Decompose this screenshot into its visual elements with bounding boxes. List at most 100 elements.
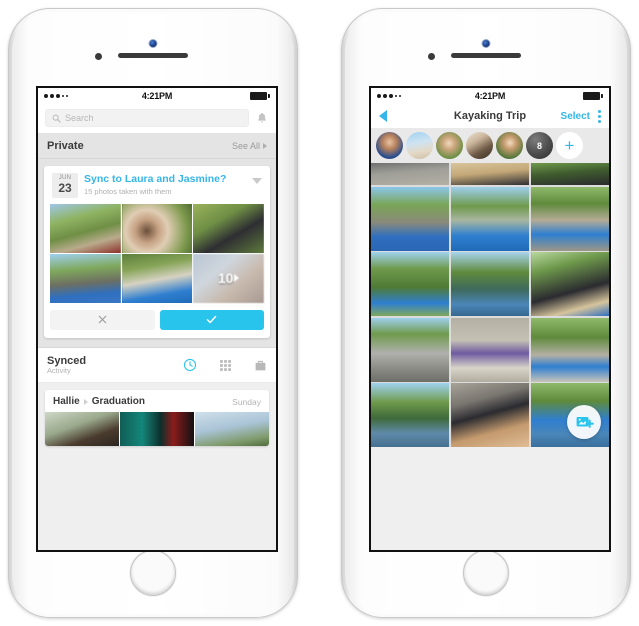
left-status-bar: 4:21PM bbox=[38, 88, 276, 104]
see-all-button[interactable]: See All bbox=[232, 141, 267, 151]
activity-day: Sunday bbox=[232, 396, 261, 407]
back-chevron-icon[interactable] bbox=[379, 110, 387, 122]
select-button[interactable]: Select bbox=[561, 111, 590, 122]
grid-photo[interactable] bbox=[371, 186, 450, 251]
mosaic-photo[interactable] bbox=[193, 203, 264, 253]
synced-subtitle: Activity bbox=[47, 366, 71, 376]
grid-photo[interactable] bbox=[450, 186, 530, 251]
activity-card-header: Hallie Graduation Sunday bbox=[45, 390, 269, 412]
card-subtitle: 15 photos taken with them bbox=[84, 187, 172, 197]
avatar[interactable] bbox=[406, 132, 433, 159]
grid-photo[interactable] bbox=[530, 163, 609, 185]
right-phone-device: 4:21PM Kayaking Trip Select 8 + bbox=[341, 8, 631, 618]
date-chip: JUN 23 bbox=[52, 173, 78, 198]
private-section-header: Private See All bbox=[38, 134, 276, 159]
mosaic-photo[interactable] bbox=[121, 203, 193, 253]
members-avatar-row: 8 + bbox=[371, 128, 609, 163]
dismiss-button[interactable] bbox=[50, 309, 155, 330]
left-phone-screen: 4:21PM Search Private See All JUN 23 Syn… bbox=[36, 86, 278, 552]
grid-icon[interactable] bbox=[219, 359, 232, 372]
confirm-button[interactable] bbox=[159, 309, 264, 330]
activity-photo[interactable] bbox=[195, 412, 269, 447]
activity-person: Hallie bbox=[53, 396, 80, 408]
proximity-sensor-icon bbox=[428, 53, 435, 60]
mosaic-more-tile[interactable]: 10 bbox=[193, 253, 264, 303]
card-text: Sync to Laura and Jasmine? 15 photos tak… bbox=[84, 173, 246, 196]
mosaic-photo[interactable] bbox=[121, 253, 193, 303]
more-photos-overlay: 10 bbox=[193, 254, 264, 303]
grid-photo[interactable] bbox=[450, 317, 530, 382]
status-clock: 4:21PM bbox=[474, 91, 506, 101]
search-input[interactable]: Search bbox=[45, 109, 249, 127]
avatar-overflow-count[interactable]: 8 bbox=[526, 132, 553, 159]
grid-photo[interactable] bbox=[530, 252, 609, 316]
home-button[interactable] bbox=[130, 550, 176, 596]
grid-photo[interactable] bbox=[371, 163, 450, 185]
grid-photo[interactable] bbox=[450, 383, 530, 447]
clock-icon[interactable] bbox=[183, 358, 197, 372]
chevron-right-icon bbox=[83, 398, 88, 405]
bag-icon[interactable] bbox=[254, 359, 267, 372]
activity-photo[interactable] bbox=[120, 412, 194, 447]
activity-photo[interactable] bbox=[45, 412, 119, 447]
navigation-bar: Kayaking Trip Select bbox=[371, 104, 609, 128]
kebab-menu-icon[interactable] bbox=[598, 109, 601, 123]
avatar[interactable] bbox=[496, 132, 523, 159]
front-camera-icon bbox=[148, 39, 158, 48]
add-photo-icon bbox=[576, 416, 594, 428]
bell-icon[interactable] bbox=[255, 111, 269, 125]
activity-event: Graduation bbox=[91, 396, 146, 408]
avatar[interactable] bbox=[436, 132, 463, 159]
right-phone-bezel: 4:21PM Kayaking Trip Select 8 + bbox=[345, 12, 627, 614]
search-placeholder: Search bbox=[65, 113, 94, 123]
grid-photo[interactable] bbox=[371, 383, 450, 447]
private-cards-area: JUN 23 Sync to Laura and Jasmine? 15 pho… bbox=[38, 159, 276, 347]
front-camera-icon bbox=[481, 39, 491, 48]
card-photo-mosaic: 10 bbox=[44, 203, 270, 303]
activity-photo-strip bbox=[45, 412, 269, 447]
avatar[interactable] bbox=[466, 132, 493, 159]
synced-section-header: Synced Activity bbox=[38, 346, 276, 384]
check-icon bbox=[206, 316, 217, 324]
mosaic-photo[interactable] bbox=[50, 253, 121, 303]
card-title: Sync to Laura and Jasmine? bbox=[84, 173, 227, 185]
photo-grid bbox=[371, 163, 609, 447]
close-icon bbox=[98, 316, 107, 324]
card-header: JUN 23 Sync to Laura and Jasmine? 15 pho… bbox=[44, 166, 270, 204]
chevron-down-icon[interactable] bbox=[252, 178, 262, 184]
search-icon bbox=[52, 114, 61, 123]
date-day: 23 bbox=[58, 180, 72, 195]
add-photo-fab[interactable] bbox=[567, 405, 601, 439]
status-clock: 4:21PM bbox=[141, 91, 173, 101]
right-status-bar: 4:21PM bbox=[371, 88, 609, 104]
chevron-right-icon bbox=[234, 274, 240, 283]
see-all-label: See All bbox=[231, 141, 260, 151]
grid-photo[interactable] bbox=[371, 252, 450, 316]
chevron-right-icon bbox=[263, 143, 267, 149]
card-actions bbox=[44, 303, 270, 338]
grid-photo[interactable] bbox=[371, 317, 450, 382]
private-section-title: Private bbox=[47, 140, 84, 152]
proximity-sensor-icon bbox=[95, 53, 102, 60]
activity-card[interactable]: Hallie Graduation Sunday bbox=[45, 390, 269, 447]
mosaic-photo[interactable] bbox=[50, 203, 121, 253]
avatar[interactable] bbox=[376, 132, 403, 159]
grid-photo[interactable] bbox=[530, 317, 609, 382]
grid-photo[interactable] bbox=[450, 163, 530, 185]
grid-photo[interactable] bbox=[450, 252, 530, 316]
earpiece-speaker-icon bbox=[118, 53, 188, 58]
add-member-button[interactable]: + bbox=[556, 132, 583, 159]
screenshot-stage: 4:21PM Search Private See All JUN 23 Syn… bbox=[0, 0, 639, 626]
synced-labels: Synced Activity bbox=[47, 355, 86, 376]
home-button[interactable] bbox=[463, 550, 509, 596]
grid-photo[interactable] bbox=[530, 186, 609, 251]
sync-suggestion-card[interactable]: JUN 23 Sync to Laura and Jasmine? 15 pho… bbox=[44, 166, 270, 338]
left-phone-bezel: 4:21PM Search Private See All JUN 23 Syn… bbox=[12, 12, 294, 614]
left-phone-device: 4:21PM Search Private See All JUN 23 Syn… bbox=[8, 8, 298, 618]
right-phone-screen: 4:21PM Kayaking Trip Select 8 + bbox=[369, 86, 611, 552]
more-count: 10 bbox=[217, 270, 234, 287]
synced-view-switcher bbox=[183, 358, 267, 372]
earpiece-speaker-icon bbox=[451, 53, 521, 58]
search-bar: Search bbox=[38, 104, 276, 134]
nav-right-actions: Select bbox=[561, 109, 601, 123]
